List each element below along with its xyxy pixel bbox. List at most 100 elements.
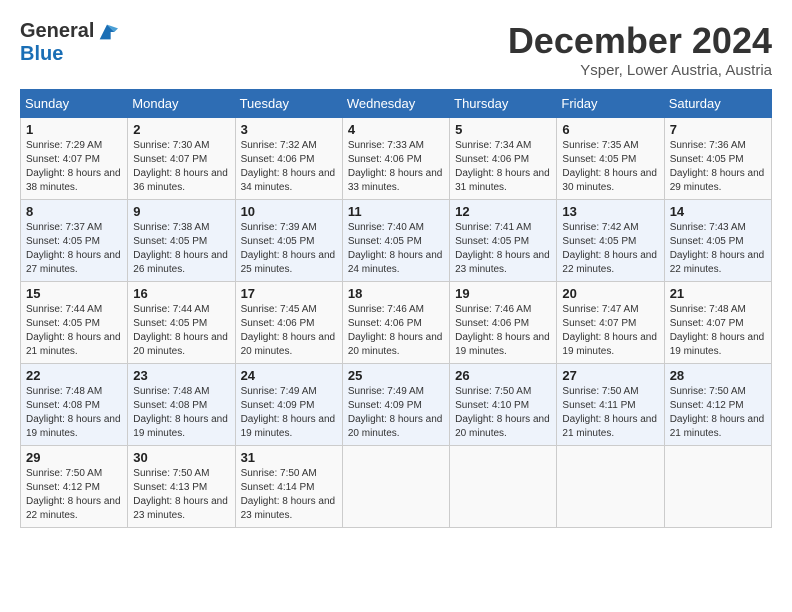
day-number: 28 [670, 368, 766, 383]
title-area: December 2024 Ysper, Lower Austria, Aust… [508, 20, 772, 79]
month-title: December 2024 [508, 20, 772, 62]
day-info: Sunrise: 7:44 AM Sunset: 4:05 PM Dayligh… [26, 304, 121, 357]
day-info: Sunrise: 7:43 AM Sunset: 4:05 PM Dayligh… [670, 222, 765, 275]
calendar-header-row: Sunday Monday Tuesday Wednesday Thursday… [21, 90, 772, 118]
day-info: Sunrise: 7:50 AM Sunset: 4:10 PM Dayligh… [455, 386, 550, 439]
table-row: 17 Sunrise: 7:45 AM Sunset: 4:06 PM Dayl… [235, 282, 342, 364]
header: General Blue December 2024 Ysper, Lower … [20, 20, 772, 79]
col-sunday: Sunday [21, 90, 128, 118]
day-info: Sunrise: 7:45 AM Sunset: 4:06 PM Dayligh… [241, 304, 336, 357]
table-row: 24 Sunrise: 7:49 AM Sunset: 4:09 PM Dayl… [235, 364, 342, 446]
table-row: 31 Sunrise: 7:50 AM Sunset: 4:14 PM Dayl… [235, 446, 342, 528]
day-info: Sunrise: 7:38 AM Sunset: 4:05 PM Dayligh… [133, 222, 228, 275]
day-info: Sunrise: 7:34 AM Sunset: 4:06 PM Dayligh… [455, 140, 550, 193]
day-info: Sunrise: 7:35 AM Sunset: 4:05 PM Dayligh… [562, 140, 657, 193]
logo-icon [96, 21, 118, 43]
col-friday: Friday [557, 90, 664, 118]
calendar-week-5: 29 Sunrise: 7:50 AM Sunset: 4:12 PM Dayl… [21, 446, 772, 528]
col-monday: Monday [128, 90, 235, 118]
day-number: 13 [562, 204, 658, 219]
table-row: 15 Sunrise: 7:44 AM Sunset: 4:05 PM Dayl… [21, 282, 128, 364]
calendar-week-1: 1 Sunrise: 7:29 AM Sunset: 4:07 PM Dayli… [21, 118, 772, 200]
table-row: 5 Sunrise: 7:34 AM Sunset: 4:06 PM Dayli… [450, 118, 557, 200]
calendar-week-3: 15 Sunrise: 7:44 AM Sunset: 4:05 PM Dayl… [21, 282, 772, 364]
day-info: Sunrise: 7:46 AM Sunset: 4:06 PM Dayligh… [455, 304, 550, 357]
day-info: Sunrise: 7:42 AM Sunset: 4:05 PM Dayligh… [562, 222, 657, 275]
table-row: 27 Sunrise: 7:50 AM Sunset: 4:11 PM Dayl… [557, 364, 664, 446]
table-row: 10 Sunrise: 7:39 AM Sunset: 4:05 PM Dayl… [235, 200, 342, 282]
table-row: 14 Sunrise: 7:43 AM Sunset: 4:05 PM Dayl… [664, 200, 771, 282]
day-number: 21 [670, 286, 766, 301]
day-number: 30 [133, 450, 229, 465]
table-row: 8 Sunrise: 7:37 AM Sunset: 4:05 PM Dayli… [21, 200, 128, 282]
day-info: Sunrise: 7:50 AM Sunset: 4:12 PM Dayligh… [670, 386, 765, 439]
table-row: 9 Sunrise: 7:38 AM Sunset: 4:05 PM Dayli… [128, 200, 235, 282]
table-row: 18 Sunrise: 7:46 AM Sunset: 4:06 PM Dayl… [342, 282, 449, 364]
logo-general-text: General [20, 20, 94, 43]
col-saturday: Saturday [664, 90, 771, 118]
day-info: Sunrise: 7:40 AM Sunset: 4:05 PM Dayligh… [348, 222, 443, 275]
day-number: 3 [241, 122, 337, 137]
table-row: 12 Sunrise: 7:41 AM Sunset: 4:05 PM Dayl… [450, 200, 557, 282]
day-info: Sunrise: 7:29 AM Sunset: 4:07 PM Dayligh… [26, 140, 121, 193]
table-row: 26 Sunrise: 7:50 AM Sunset: 4:10 PM Dayl… [450, 364, 557, 446]
table-row: 2 Sunrise: 7:30 AM Sunset: 4:07 PM Dayli… [128, 118, 235, 200]
day-info: Sunrise: 7:36 AM Sunset: 4:05 PM Dayligh… [670, 140, 765, 193]
calendar-week-2: 8 Sunrise: 7:37 AM Sunset: 4:05 PM Dayli… [21, 200, 772, 282]
table-row: 25 Sunrise: 7:49 AM Sunset: 4:09 PM Dayl… [342, 364, 449, 446]
day-number: 2 [133, 122, 229, 137]
day-number: 15 [26, 286, 122, 301]
day-info: Sunrise: 7:49 AM Sunset: 4:09 PM Dayligh… [348, 386, 443, 439]
day-info: Sunrise: 7:32 AM Sunset: 4:06 PM Dayligh… [241, 140, 336, 193]
day-info: Sunrise: 7:47 AM Sunset: 4:07 PM Dayligh… [562, 304, 657, 357]
day-info: Sunrise: 7:33 AM Sunset: 4:06 PM Dayligh… [348, 140, 443, 193]
day-number: 11 [348, 204, 444, 219]
calendar-table: Sunday Monday Tuesday Wednesday Thursday… [20, 89, 772, 528]
day-info: Sunrise: 7:41 AM Sunset: 4:05 PM Dayligh… [455, 222, 550, 275]
day-number: 7 [670, 122, 766, 137]
day-number: 6 [562, 122, 658, 137]
day-info: Sunrise: 7:49 AM Sunset: 4:09 PM Dayligh… [241, 386, 336, 439]
table-row: 7 Sunrise: 7:36 AM Sunset: 4:05 PM Dayli… [664, 118, 771, 200]
day-number: 8 [26, 204, 122, 219]
table-row: 6 Sunrise: 7:35 AM Sunset: 4:05 PM Dayli… [557, 118, 664, 200]
table-row: 19 Sunrise: 7:46 AM Sunset: 4:06 PM Dayl… [450, 282, 557, 364]
day-number: 26 [455, 368, 551, 383]
day-number: 16 [133, 286, 229, 301]
table-row: 1 Sunrise: 7:29 AM Sunset: 4:07 PM Dayli… [21, 118, 128, 200]
table-row [557, 446, 664, 528]
day-info: Sunrise: 7:39 AM Sunset: 4:05 PM Dayligh… [241, 222, 336, 275]
calendar-week-4: 22 Sunrise: 7:48 AM Sunset: 4:08 PM Dayl… [21, 364, 772, 446]
day-info: Sunrise: 7:50 AM Sunset: 4:12 PM Dayligh… [26, 468, 121, 521]
day-number: 22 [26, 368, 122, 383]
table-row [342, 446, 449, 528]
day-info: Sunrise: 7:50 AM Sunset: 4:14 PM Dayligh… [241, 468, 336, 521]
day-number: 17 [241, 286, 337, 301]
day-info: Sunrise: 7:48 AM Sunset: 4:07 PM Dayligh… [670, 304, 765, 357]
day-number: 24 [241, 368, 337, 383]
day-info: Sunrise: 7:50 AM Sunset: 4:11 PM Dayligh… [562, 386, 657, 439]
table-row: 29 Sunrise: 7:50 AM Sunset: 4:12 PM Dayl… [21, 446, 128, 528]
table-row: 20 Sunrise: 7:47 AM Sunset: 4:07 PM Dayl… [557, 282, 664, 364]
table-row: 11 Sunrise: 7:40 AM Sunset: 4:05 PM Dayl… [342, 200, 449, 282]
day-number: 14 [670, 204, 766, 219]
day-info: Sunrise: 7:48 AM Sunset: 4:08 PM Dayligh… [26, 386, 121, 439]
day-number: 25 [348, 368, 444, 383]
day-number: 31 [241, 450, 337, 465]
logo-blue-text: Blue [20, 43, 63, 66]
day-number: 4 [348, 122, 444, 137]
logo: General Blue [20, 20, 118, 66]
day-info: Sunrise: 7:50 AM Sunset: 4:13 PM Dayligh… [133, 468, 228, 521]
table-row: 22 Sunrise: 7:48 AM Sunset: 4:08 PM Dayl… [21, 364, 128, 446]
day-number: 1 [26, 122, 122, 137]
day-number: 18 [348, 286, 444, 301]
day-info: Sunrise: 7:46 AM Sunset: 4:06 PM Dayligh… [348, 304, 443, 357]
day-info: Sunrise: 7:48 AM Sunset: 4:08 PM Dayligh… [133, 386, 228, 439]
day-info: Sunrise: 7:44 AM Sunset: 4:05 PM Dayligh… [133, 304, 228, 357]
day-number: 12 [455, 204, 551, 219]
table-row: 21 Sunrise: 7:48 AM Sunset: 4:07 PM Dayl… [664, 282, 771, 364]
col-thursday: Thursday [450, 90, 557, 118]
table-row: 16 Sunrise: 7:44 AM Sunset: 4:05 PM Dayl… [128, 282, 235, 364]
table-row: 3 Sunrise: 7:32 AM Sunset: 4:06 PM Dayli… [235, 118, 342, 200]
day-number: 23 [133, 368, 229, 383]
